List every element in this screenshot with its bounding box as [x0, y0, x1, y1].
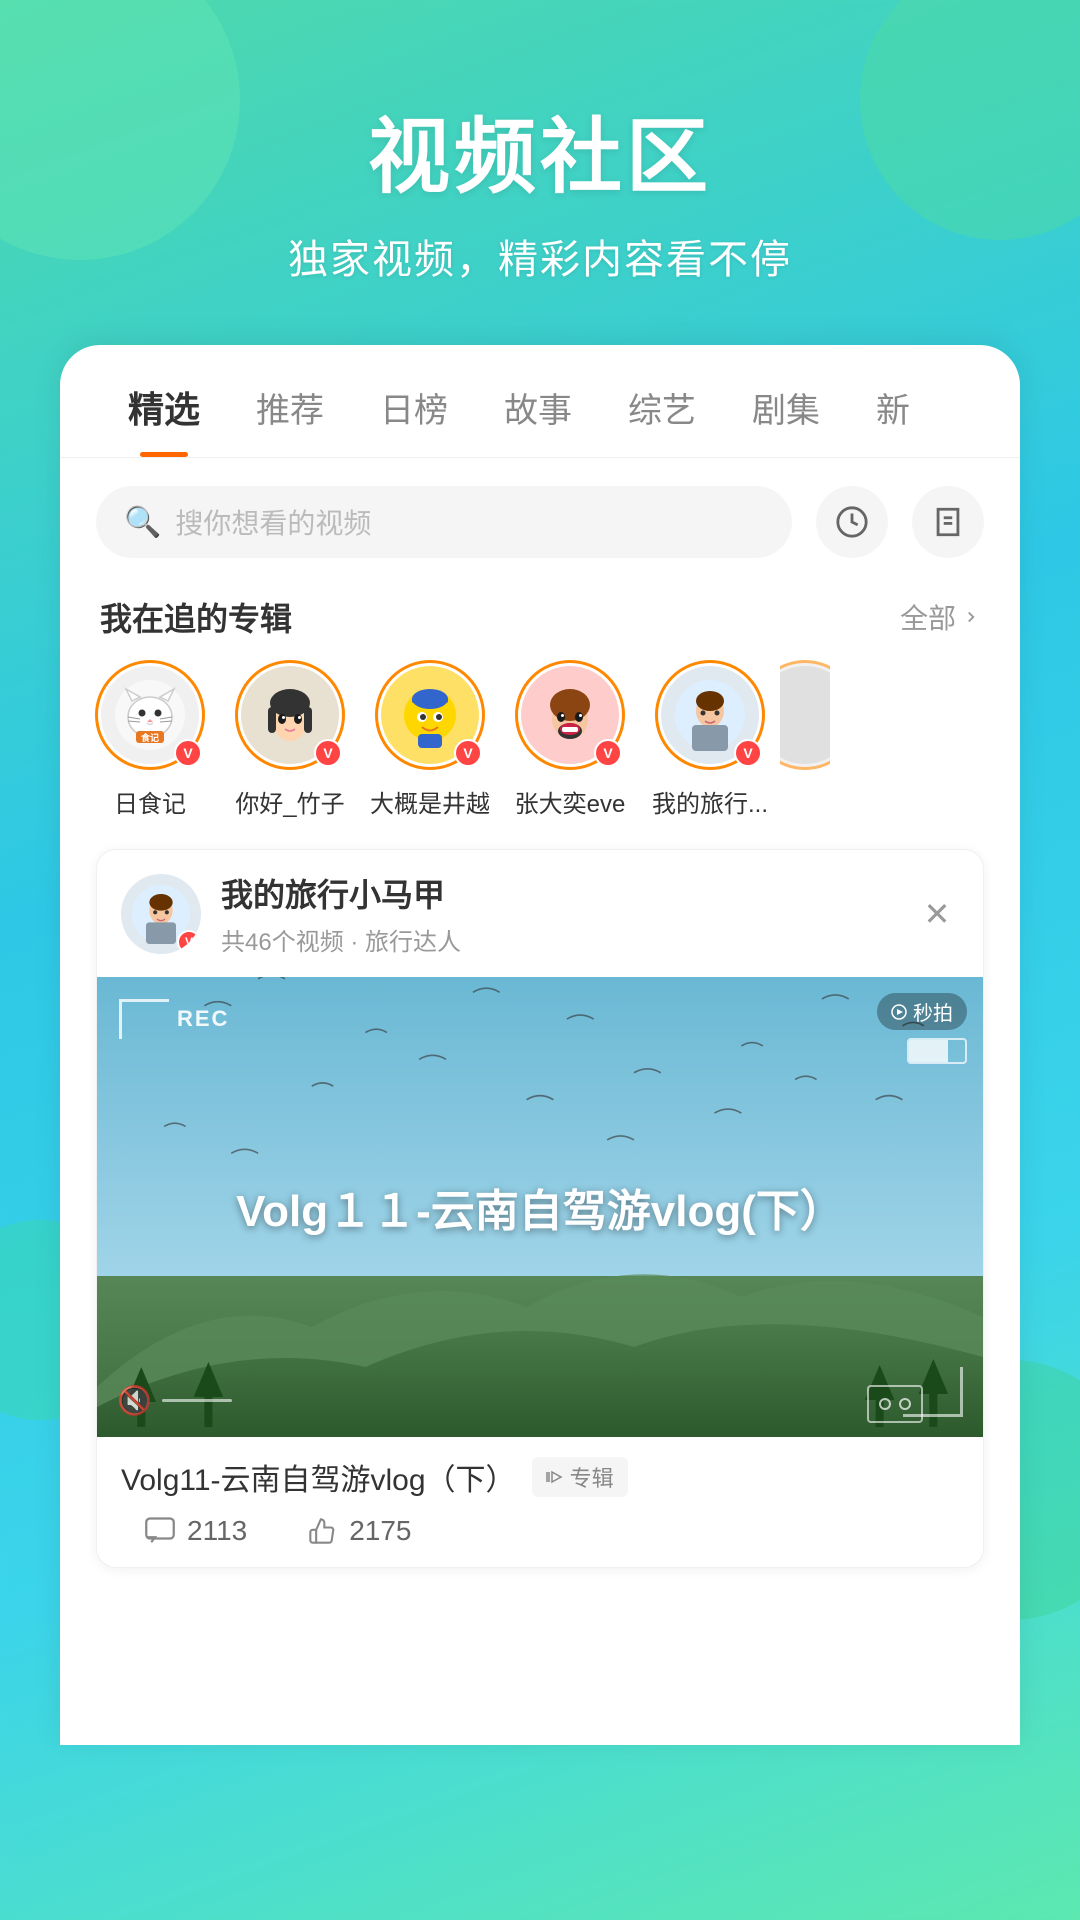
vip-badge-2: V	[314, 739, 342, 767]
channel-avatar-ring-4: V	[515, 660, 625, 770]
channel-avatar-6	[780, 666, 830, 764]
search-icon: 🔍	[124, 505, 161, 540]
featured-card-header: V 我的旅行小马甲 共46个视频 · 旅行达人 ✕	[97, 850, 983, 977]
comment-stat: 2113	[145, 1515, 247, 1547]
vip-badge-5: V	[734, 739, 762, 767]
channel-name-4: 张大奕eve	[515, 784, 626, 819]
channel-name-1: 日食记	[114, 784, 186, 819]
featured-channel-name: 我的旅行小马甲	[221, 870, 915, 916]
video-footer: Volg11-云南自驾游vlog（下） 专辑 2113	[97, 1437, 983, 1567]
video-stats: 2113 2175	[121, 1499, 959, 1567]
featured-vip-badge: V	[177, 930, 201, 954]
channel-avatar-ring-2: V	[235, 660, 345, 770]
vip-badge-3: V	[454, 739, 482, 767]
video-title-row: Volg11-云南自驾游vlog（下） 专辑	[121, 1455, 959, 1499]
channel-name-2: 你好_竹子	[235, 784, 344, 819]
vhs-reel-left	[879, 1398, 891, 1410]
video-title-overlay: Volg１１-云南自驾游vlog(下）	[236, 1175, 844, 1239]
following-more-button[interactable]: 全部	[900, 597, 980, 637]
video-title: Volg11-云南自驾游vlog（下）	[121, 1455, 516, 1499]
channel-avatar-ring-6	[780, 660, 830, 770]
tab-series[interactable]: 剧集	[724, 383, 848, 456]
rec-corner-bracket	[119, 999, 169, 1039]
channel-item-1[interactable]: 食记 V 日食记	[80, 660, 220, 819]
folder-button[interactable]	[912, 486, 984, 558]
page-subtitle: 独家视频，精彩内容看不停	[0, 227, 1080, 285]
tab-recommended[interactable]: 推荐	[228, 383, 352, 456]
channel-item-6[interactable]	[780, 660, 830, 819]
battery-indicator	[907, 1038, 967, 1064]
album-badge[interactable]: 专辑	[532, 1457, 628, 1497]
vhs-icon	[867, 1385, 923, 1423]
vip-badge-4: V	[594, 739, 622, 767]
following-title: 我在追的专辑	[100, 594, 292, 640]
rec-indicator: REC	[119, 999, 229, 1039]
tab-daily-chart[interactable]: 日榜	[352, 383, 476, 456]
featured-info: 我的旅行小马甲 共46个视频 · 旅行达人	[221, 870, 915, 957]
channel-item-4[interactable]: V 张大奕eve	[500, 660, 640, 819]
tab-new[interactable]: 新	[848, 383, 938, 456]
channel-name-3: 大概是井越	[370, 784, 490, 819]
following-section-header: 我在追的专辑 全部	[60, 578, 1020, 660]
tabs-row: 精选 推荐 日榜 故事 综艺 剧集 新	[60, 345, 1020, 458]
tab-stories[interactable]: 故事	[476, 383, 600, 456]
search-placeholder-text: 搜你想看的视频	[175, 502, 371, 542]
header-area: 视频社区 独家视频，精彩内容看不停	[0, 0, 1080, 345]
channel-item-2[interactable]: V 你好_竹子	[220, 660, 360, 819]
vhs-reel-right	[899, 1398, 911, 1410]
comment-count: 2113	[187, 1515, 247, 1547]
search-box[interactable]: 🔍 搜你想看的视频	[96, 486, 792, 558]
featured-card: V 我的旅行小马甲 共46个视频 · 旅行达人 ✕	[96, 849, 984, 1568]
channel-avatar-ring-1: 食记 V	[95, 660, 205, 770]
mute-icon[interactable]: 🔇	[117, 1384, 152, 1417]
like-stat: 2175	[307, 1515, 411, 1547]
progress-bar	[162, 1399, 232, 1402]
vip-badge-1: V	[174, 739, 202, 767]
channels-row: 食记 V 日食记	[60, 660, 1020, 839]
tab-variety[interactable]: 综艺	[600, 383, 724, 456]
rec-text: REC	[177, 1006, 229, 1032]
miaopai-badge: 秒拍	[877, 993, 967, 1030]
main-card: 精选 推荐 日榜 故事 综艺 剧集 新 🔍 搜你想看的视频 我在追的专辑	[60, 345, 1020, 1745]
featured-channel-avatar: V	[121, 874, 201, 954]
battery-fill	[909, 1040, 948, 1062]
channel-avatar-ring-3: V	[375, 660, 485, 770]
channel-name-5: 我的旅行...	[652, 784, 768, 819]
featured-channel-meta: 共46个视频 · 旅行达人	[221, 922, 915, 957]
like-count: 2175	[349, 1515, 411, 1547]
close-featured-button[interactable]: ✕	[915, 892, 959, 936]
video-bottom-controls: 🔇	[117, 1384, 232, 1417]
channel-item-5[interactable]: V 我的旅行...	[640, 660, 780, 819]
video-thumbnail[interactable]: REC 秒拍 Volg１１-云南自驾游vlog(下） 🔇	[97, 977, 983, 1437]
video-top-right: 秒拍	[877, 993, 967, 1064]
svg-text:食记: 食记	[140, 732, 159, 743]
channel-item-3[interactable]: V 大概是井越	[360, 660, 500, 819]
channel-avatar-ring-5: V	[655, 660, 765, 770]
history-button[interactable]	[816, 486, 888, 558]
page-title: 视频社区	[0, 90, 1080, 209]
search-area: 🔍 搜你想看的视频	[60, 458, 1020, 578]
tab-featured[interactable]: 精选	[100, 381, 228, 457]
